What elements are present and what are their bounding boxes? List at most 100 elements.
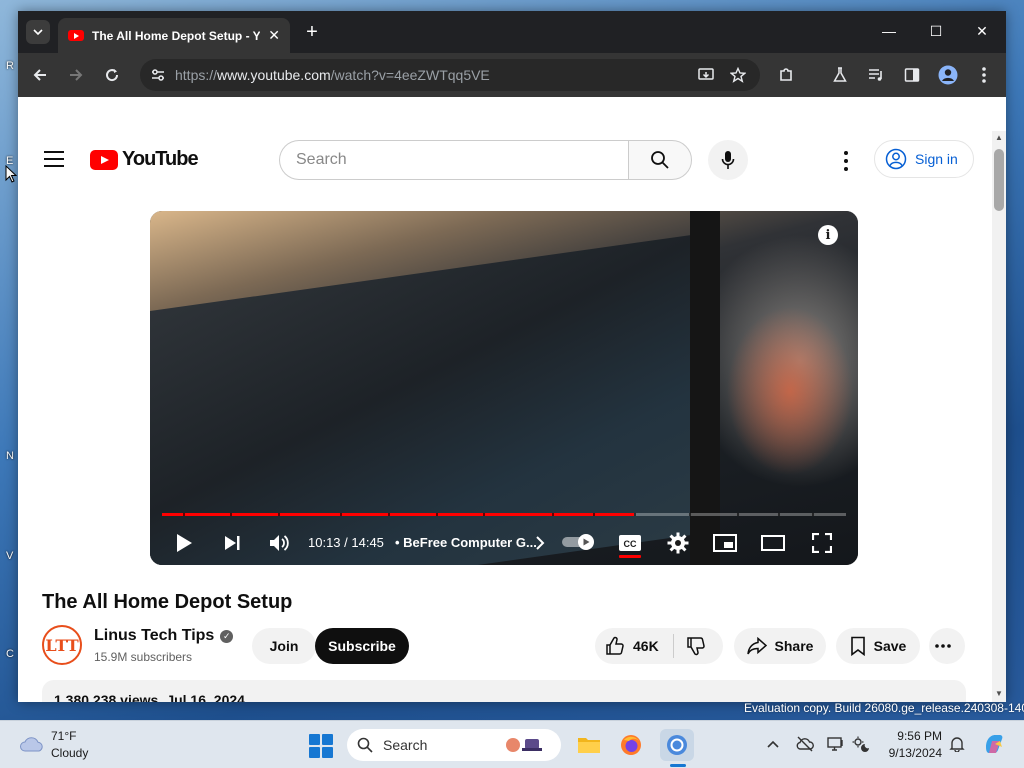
scroll-up-arrow-icon[interactable]: ▲ <box>995 133 1003 142</box>
fullscreen-button[interactable] <box>808 529 836 557</box>
file-explorer-app[interactable] <box>572 729 606 761</box>
maximize-button[interactable]: ☐ <box>921 19 951 43</box>
skip-next-icon <box>225 536 240 550</box>
settings-menu-button[interactable] <box>836 151 856 171</box>
playlist-icon <box>869 69 882 81</box>
guide-menu-button[interactable] <box>44 151 64 167</box>
desktop-icons-column[interactable]: R E N V C <box>0 0 18 720</box>
back-button[interactable] <box>28 63 52 87</box>
back-arrow-icon <box>33 69 46 81</box>
share-icon <box>746 637 767 655</box>
like-button-icon[interactable] <box>605 636 625 656</box>
chrome-app[interactable] <box>660 729 694 761</box>
youtube-logo[interactable]: YouTube <box>90 148 199 171</box>
scroll-down-arrow-icon[interactable]: ▼ <box>995 689 1003 698</box>
miniplayer-button[interactable] <box>711 529 739 557</box>
clock-date[interactable]: 9/13/2024 <box>882 746 942 760</box>
site-settings-icon[interactable] <box>150 67 166 83</box>
like-count[interactable]: 46K <box>633 638 659 654</box>
description-box[interactable]: 1,380,238 views Jul 16, 2024 <box>42 680 966 702</box>
status-tray[interactable] <box>852 735 870 753</box>
install-app-icon[interactable] <box>698 67 714 83</box>
profile-button[interactable] <box>936 63 960 87</box>
bookmark-star-icon[interactable] <box>730 67 746 83</box>
info-icon[interactable]: i <box>818 225 838 245</box>
chapter-marker <box>688 513 691 516</box>
tab-search-button[interactable] <box>26 20 50 44</box>
subscribe-button[interactable]: Subscribe <box>315 628 409 664</box>
search-input[interactable]: Search <box>279 140 628 180</box>
chevron-down-icon <box>33 29 43 36</box>
start-button[interactable] <box>309 734 333 758</box>
taskbar-search[interactable]: Search <box>347 729 561 761</box>
side-panel-button[interactable] <box>900 63 924 87</box>
close-window-button[interactable]: ✕ <box>967 19 997 43</box>
chapter-title[interactable]: • BeFree Computer G... <box>395 535 537 550</box>
network-tray[interactable] <box>796 735 814 753</box>
theater-mode-button[interactable] <box>759 529 787 557</box>
url-text[interactable]: https://www.youtube.com/watch?v=4eeZWTqq… <box>175 67 490 83</box>
channel-avatar[interactable]: LTT <box>42 625 82 665</box>
youtube-favicon-icon <box>68 30 84 41</box>
next-button[interactable] <box>218 529 246 557</box>
bookmark-icon <box>850 636 865 656</box>
autoplay-toggle[interactable] <box>562 534 596 550</box>
desktop-icon-fragment[interactable]: N <box>6 450 14 462</box>
extensions-button[interactable] <box>774 63 798 87</box>
media-controls-button[interactable] <box>864 63 888 87</box>
play-button[interactable] <box>170 529 198 557</box>
copilot-button[interactable] <box>982 732 1006 756</box>
windows-taskbar: 71°F Cloudy Search 9:56 PM 9/13/2024 <box>0 720 1024 768</box>
weather-description[interactable]: Cloudy <box>51 746 88 760</box>
forward-button[interactable] <box>64 63 88 87</box>
cloud-icon[interactable] <box>18 733 44 753</box>
reload-button[interactable] <box>100 63 124 87</box>
tab-youtube[interactable]: The All Home Depot Setup - YouTube ✕ <box>58 18 290 53</box>
desktop-icon-fragment[interactable]: C <box>6 648 14 660</box>
new-tab-button[interactable]: + <box>300 20 324 44</box>
page-scrollbar[interactable]: ▲ ▼ <box>992 131 1006 702</box>
channel-name-link[interactable]: Linus Tech Tips ✓ <box>94 627 234 645</box>
mute-button[interactable] <box>265 529 293 557</box>
show-hidden-icons-button[interactable] <box>764 735 782 753</box>
firefox-icon <box>621 735 641 755</box>
scrollbar-thumb[interactable] <box>994 149 1004 211</box>
desktop-icon-fragment[interactable]: R <box>6 60 14 72</box>
chapter-chevron-button[interactable] <box>526 529 554 557</box>
more-actions-button[interactable] <box>929 628 965 664</box>
chapter-marker <box>736 513 739 516</box>
dislike-icon[interactable] <box>686 636 706 656</box>
monitor-icon <box>827 737 843 751</box>
save-button[interactable]: Save <box>836 628 920 664</box>
address-bar[interactable]: https://www.youtube.com/watch?v=4eeZWTqq… <box>140 59 760 91</box>
video-player[interactable]: i 10:13 / 14:45 • BeFree Computer G... C… <box>150 211 858 565</box>
page-top-area <box>18 97 1006 131</box>
tab-strip: The All Home Depot Setup - YouTube ✕ + —… <box>18 11 1006 53</box>
chrome-menu-button[interactable] <box>972 63 996 87</box>
search-button[interactable] <box>628 140 692 180</box>
copilot-icon <box>986 735 1003 753</box>
weather-temperature[interactable]: 71°F <box>51 729 76 743</box>
player-controls: 10:13 / 14:45 • BeFree Computer G... CC <box>150 523 858 563</box>
labs-button[interactable] <box>828 63 852 87</box>
close-tab-icon[interactable]: ✕ <box>268 27 280 44</box>
sign-in-button[interactable]: Sign in <box>874 140 974 178</box>
display-tray[interactable] <box>827 735 845 753</box>
vertical-dots-icon <box>982 67 986 83</box>
share-label: Share <box>774 638 814 654</box>
video-frame-monitor-edge <box>690 211 720 565</box>
subtitles-button[interactable]: CC <box>616 529 644 557</box>
desktop-icon-fragment[interactable]: V <box>6 550 13 562</box>
save-label: Save <box>873 638 907 654</box>
video-title: The All Home Depot Setup <box>42 591 293 613</box>
clock-time[interactable]: 9:56 PM <box>890 729 942 743</box>
join-button[interactable]: Join <box>252 628 316 664</box>
firefox-app[interactable] <box>614 729 648 761</box>
settings-button[interactable] <box>664 529 692 557</box>
notifications-button[interactable] <box>948 735 966 753</box>
cloud-offline-icon <box>796 736 814 752</box>
voice-search-button[interactable] <box>708 140 748 180</box>
minimize-button[interactable]: — <box>874 19 904 43</box>
progress-bar[interactable] <box>162 513 846 516</box>
share-button[interactable]: Share <box>734 628 826 664</box>
